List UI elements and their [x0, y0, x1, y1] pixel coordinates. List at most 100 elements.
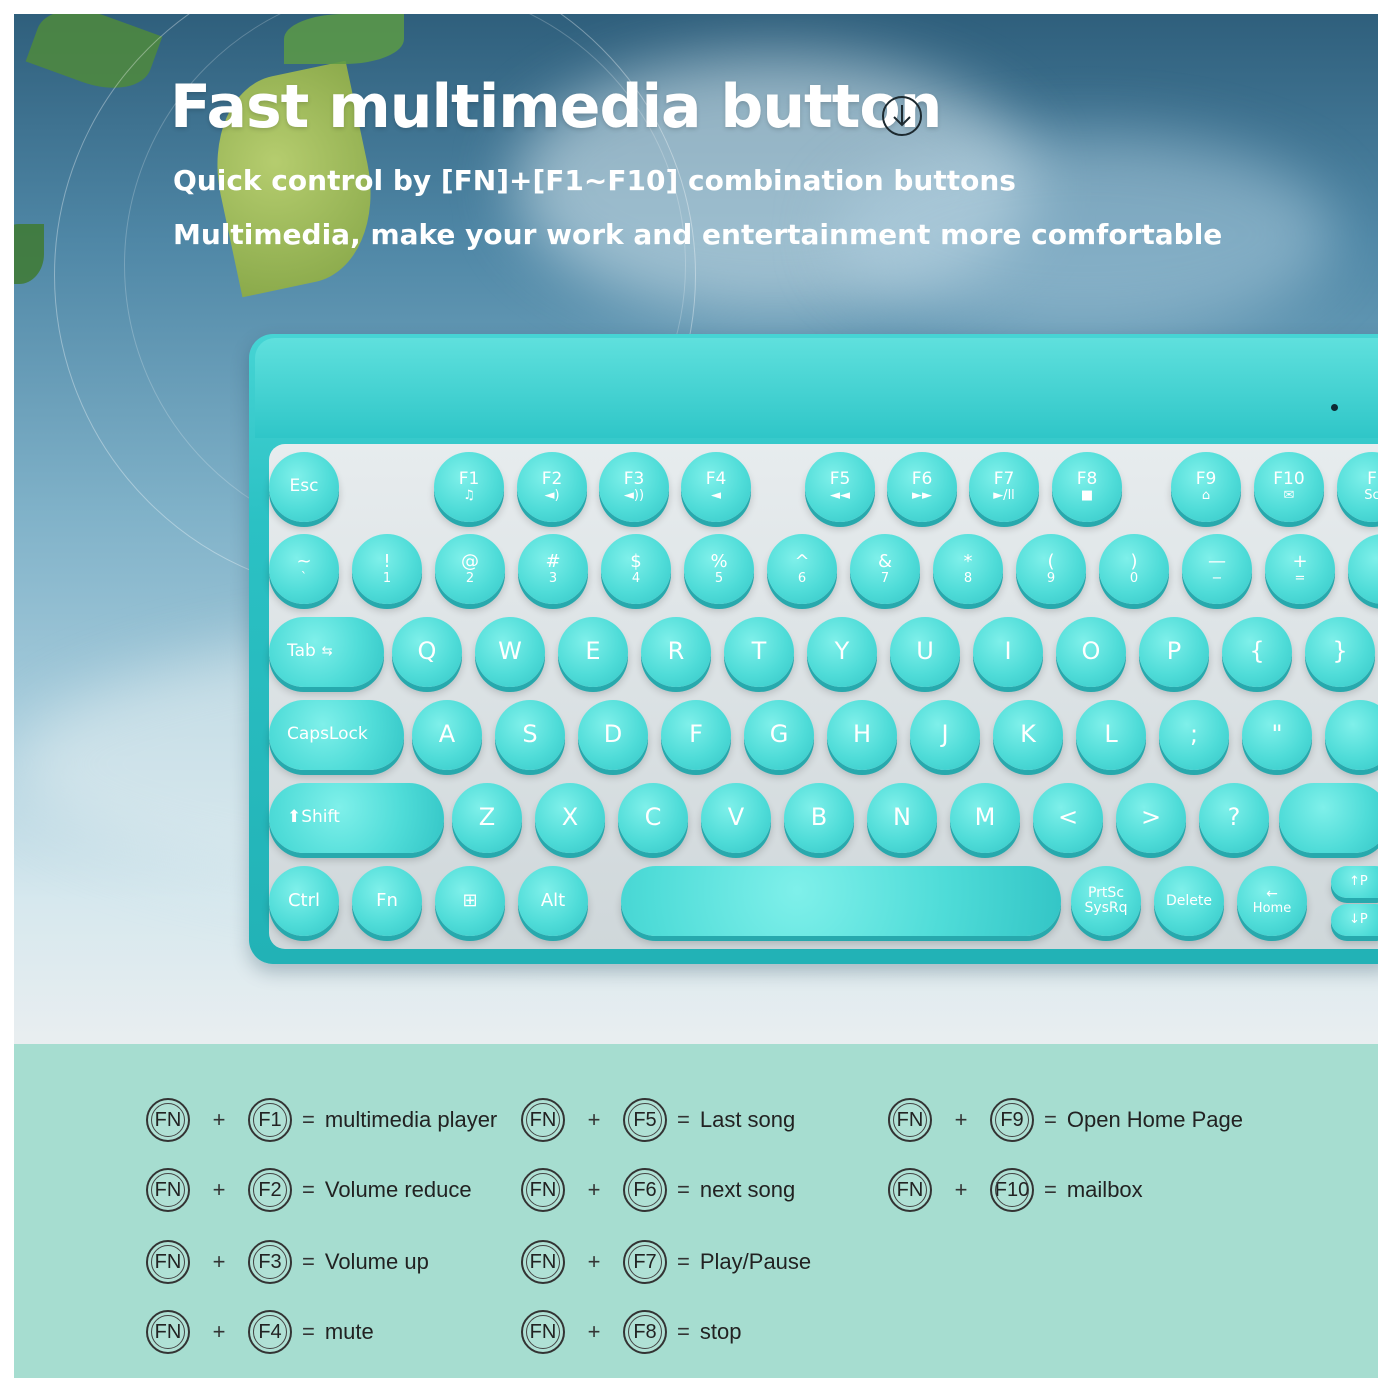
key-label: $ — [630, 550, 642, 572]
key-label: G — [769, 720, 789, 749]
letter-key: H — [827, 700, 897, 770]
key-label: W — [498, 637, 522, 666]
key-label: ~ — [296, 550, 312, 572]
key-sublabel: ■ — [1080, 488, 1094, 504]
shortcut-row: FN + F1 = multimedia player — [146, 1094, 497, 1146]
key-label: T — [751, 637, 767, 666]
key-label: J — [941, 720, 949, 749]
key-label: ? — [1227, 803, 1241, 832]
key-label: Esc — [289, 476, 319, 497]
key-sublabel: ` — [300, 570, 308, 586]
key-label: ; — [1189, 720, 1199, 749]
shortcut-row: FN + F10 = mailbox — [888, 1164, 1143, 1216]
letter-key: J — [910, 700, 980, 770]
letter-key: O — [1056, 617, 1126, 687]
key-sublabel: 2 — [465, 570, 475, 586]
product-banner: Fast multimedia button Quick control by … — [14, 14, 1378, 1378]
function-key-badge: F3 — [248, 1240, 292, 1284]
key-label: L — [1104, 720, 1118, 749]
shortcut-description: Last song — [699, 1107, 796, 1132]
product-photo: Fast multimedia button Quick control by … — [14, 14, 1378, 1044]
shortcut-description: next song — [699, 1177, 796, 1202]
key-label: F4 — [705, 469, 727, 490]
key-sublabel: 8 — [963, 570, 973, 586]
equals-sign: = — [302, 1107, 315, 1132]
key-label: Z — [478, 803, 496, 832]
letter-key: D — [578, 700, 648, 770]
key-label: I — [1004, 637, 1012, 666]
key-label: F6 — [911, 469, 933, 490]
shortcut-row: FN + F8 = stop — [521, 1306, 741, 1358]
key-sublabel: = — [1294, 570, 1306, 586]
key-label: > — [1140, 803, 1162, 832]
key-label: D — [603, 720, 623, 749]
key-label: — — [1208, 550, 1226, 572]
shortcut-description: Open Home Page — [1066, 1107, 1243, 1132]
letter-key: Y — [807, 617, 877, 687]
key-sublabel: 4 — [631, 570, 641, 586]
function-key: F5 ◄◄ — [805, 452, 875, 522]
shortcut-description: mute — [324, 1319, 374, 1344]
key-label: F9 — [1195, 469, 1217, 490]
indicator-light — [1331, 404, 1338, 411]
key-sublabel: 0 — [1129, 570, 1139, 586]
key-label: O — [1081, 637, 1101, 666]
letter-key: < — [1033, 783, 1103, 853]
letter-key: X — [535, 783, 605, 853]
letter-key: T — [724, 617, 794, 687]
fn-key-badge: FN — [888, 1168, 932, 1212]
letter-key: } — [1305, 617, 1375, 687]
key-label: V — [727, 803, 745, 832]
letter-key: W — [475, 617, 545, 687]
key-sublabel: 6 — [797, 570, 807, 586]
key-label: PrtSc SysRq — [1084, 885, 1128, 916]
key-label: Alt — [540, 889, 566, 911]
shortcut-row: FN + F3 = Volume up — [146, 1236, 429, 1288]
key-label: Fn — [376, 889, 398, 911]
letter-key: R — [641, 617, 711, 687]
delete-key: Delete — [1154, 866, 1224, 936]
function-key-badge: F4 — [248, 1310, 292, 1354]
home-key: ← Home — [1237, 866, 1307, 936]
key-label: M — [974, 803, 996, 832]
key-label: F1 — [458, 469, 480, 490]
equals-sign: = — [677, 1107, 690, 1132]
plus-sign: + — [587, 1319, 601, 1344]
key-sublabel: ◄)) — [623, 488, 645, 504]
number-key: #3 — [518, 534, 588, 604]
key-sublabel: ►► — [912, 488, 932, 504]
shortcut-row: FN + F6 = next song — [521, 1164, 795, 1216]
key-sublabel: ⇆ — [321, 644, 333, 660]
key-label: F10 — [1273, 469, 1305, 490]
function-key: F3 ◄)) — [599, 452, 669, 522]
key-label: K — [1020, 720, 1036, 749]
key-label: ( — [1047, 550, 1055, 572]
key-label: ↓P — [1349, 912, 1368, 928]
key-label: ← — [1266, 885, 1278, 902]
key-sublabel: 3 — [548, 570, 558, 586]
fn-key-badge: FN — [521, 1098, 565, 1142]
key-sublabel: ►/ll — [993, 488, 1015, 504]
number-key: & 7 — [850, 534, 920, 604]
number-key: ~ ` — [269, 534, 339, 604]
key-label: U — [916, 637, 934, 666]
function-key-badge: F7 — [623, 1240, 667, 1284]
letter-key: B — [784, 783, 854, 853]
key-label: X — [561, 803, 579, 832]
key-label: F3 — [623, 469, 645, 490]
pagedown-key: ↓P — [1331, 904, 1378, 936]
subtitle-combination: Quick control by [FN]+[F1~F10] combinati… — [173, 164, 1016, 197]
letter-key: ; — [1159, 700, 1229, 770]
function-key-badge: F6 — [623, 1168, 667, 1212]
shortcut-description: Volume up — [324, 1249, 429, 1274]
number-key: — − — [1182, 534, 1252, 604]
letter-key: L — [1076, 700, 1146, 770]
key-sublabel: 9 — [1046, 570, 1056, 586]
leaf-image — [14, 224, 44, 284]
key-label: Tab — [287, 641, 316, 662]
plus-sign: + — [587, 1177, 601, 1202]
key-label: # — [545, 550, 561, 572]
function-key: F1 ♫ — [434, 452, 504, 522]
number-key: $4 — [601, 534, 671, 604]
letter-key: S — [495, 700, 565, 770]
